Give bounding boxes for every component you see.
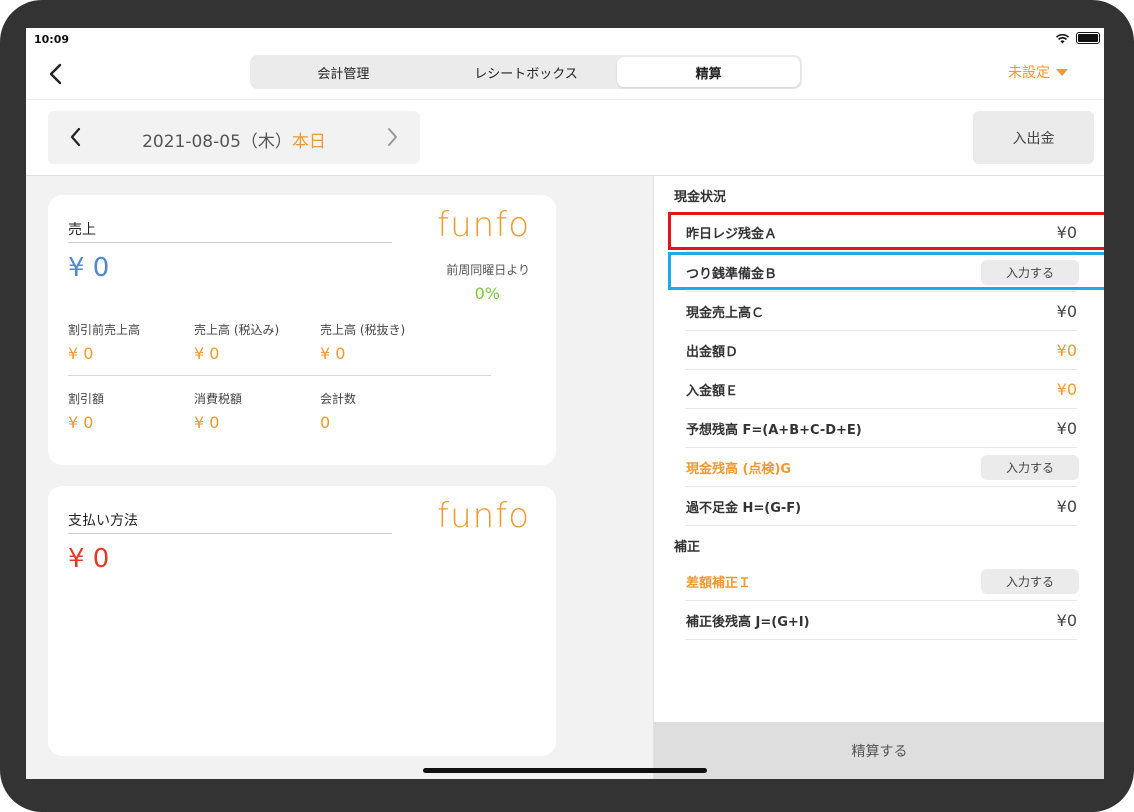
stat-value: ¥ 0 <box>194 413 220 432</box>
stat-label: 売上高 (税込み) <box>194 323 280 337</box>
status-time: 10:09 <box>34 33 70 46</box>
sales-title: 売上 <box>68 222 96 238</box>
correction-title: 補正 <box>674 540 701 555</box>
home-indicator[interactable] <box>423 768 707 773</box>
row-cash-sales: 現金売上高Ｃ ¥0 <box>686 293 1077 331</box>
input-button[interactable]: 入力する <box>981 569 1079 594</box>
stat-label: 消費税額 <box>194 392 243 406</box>
row-yesterday-register-balance: 昨日レジ残金Ａ ¥0 <box>668 212 1104 252</box>
sales-title-divider <box>68 242 392 243</box>
tab-receipt-box[interactable]: レシートボックス <box>435 57 618 87</box>
stat-sales-tax-excl: 売上高 (税抜き) ¥ 0 <box>320 321 405 363</box>
date-selector: 2021-08-05（木）本日 <box>48 111 420 164</box>
status-bar: 10:09 <box>26 28 1104 50</box>
segmented-tabs: 会計管理 レシートボックス 精算 <box>250 55 802 89</box>
stat-consumption-tax: 消費税額 ¥ 0 <box>194 390 242 432</box>
row-deposit: 入金額Ｅ ¥0 <box>686 371 1077 409</box>
row-difference-correction: 差額補正Ｉ 入力する <box>686 563 1079 601</box>
current-date: 2021-08-05（木）本日 <box>48 127 420 152</box>
sales-card: 売上 ¥ 0 funfo 前周同曜日より 0% 割引前売上高 ¥ 0 売上高 (… <box>48 195 556 465</box>
stat-value: ¥ 0 <box>68 344 94 363</box>
stat-label: 会計数 <box>320 392 357 406</box>
stat-value: 0 <box>320 413 331 432</box>
row-label: 差額補正Ｉ <box>686 576 752 591</box>
battery-icon <box>1076 32 1100 44</box>
row-label: 現金残高 (点検)G <box>686 462 792 477</box>
row-value: ¥0 <box>1056 341 1077 360</box>
row-label: 過不足金 H=(G-F) <box>686 501 802 516</box>
sales-total: ¥ 0 <box>68 253 110 283</box>
row-value: ¥0 <box>1056 380 1077 399</box>
next-date-button[interactable] <box>382 125 402 149</box>
stat-discount: 割引額 ¥ 0 <box>68 390 104 432</box>
payment-method-card: 支払い方法 ¥ 0 funfo <box>48 486 556 756</box>
stats-divider <box>68 375 491 376</box>
wifi-icon <box>1055 33 1070 43</box>
row-value: ¥0 <box>1056 302 1077 321</box>
input-button[interactable]: 入力する <box>981 455 1079 480</box>
compare-value: 0% <box>474 284 500 303</box>
in-out-cash-button[interactable]: 入出金 <box>973 111 1094 164</box>
row-value: ¥0 <box>1056 611 1077 630</box>
compare-label: 前周同曜日より <box>446 263 530 277</box>
row-cash-balance-check: 現金残高 (点検)G 入力する <box>686 449 1079 487</box>
cash-status-title: 現金状況 <box>674 190 727 205</box>
tab-accounting[interactable]: 会計管理 <box>252 57 435 87</box>
top-nav-bar: 会計管理 レシートボックス 精算 未設定 <box>26 50 1104 100</box>
stat-checkout-count: 会計数 0 <box>320 390 356 432</box>
caret-down-icon <box>1056 68 1068 76</box>
highlight-box-blue <box>668 252 1104 290</box>
row-withdrawal: 出金額Ｄ ¥0 <box>686 332 1077 370</box>
highlight-box-red <box>668 212 1104 250</box>
payment-title: 支払い方法 <box>68 513 138 529</box>
row-value: ¥0 <box>1056 419 1077 438</box>
settle-button[interactable]: 精算する <box>654 722 1104 779</box>
stat-label: 売上高 (税抜き) <box>320 323 406 337</box>
row-label: 入金額Ｅ <box>686 384 739 399</box>
row-over-short: 過不足金 H=(G-F) ¥0 <box>686 488 1077 526</box>
stat-pre-discount-sales: 割引前売上高 ¥ 0 <box>68 321 140 363</box>
row-label: 補正後残高 J=(G+I) <box>686 615 810 630</box>
funfo-logo: funfo <box>437 496 530 536</box>
today-label: 本日 <box>291 132 326 152</box>
row-change-reserve: つり銭準備金Ｂ 入力する <box>668 252 1104 292</box>
stat-label: 割引額 <box>68 392 105 406</box>
stat-value: ¥ 0 <box>320 344 346 363</box>
payment-total: ¥ 0 <box>68 544 110 574</box>
funfo-logo: funfo <box>437 205 530 245</box>
row-label: 予想残高 F=(A+B+C-D+E) <box>686 423 862 438</box>
app-screen: 10:09 会計管理 レシートボックス 精算 未設定 2021-08-05（木）… <box>26 28 1104 779</box>
tab-settlement[interactable]: 精算 <box>617 57 801 87</box>
back-button[interactable] <box>44 60 68 88</box>
status-icons <box>1055 32 1100 44</box>
row-label: 現金売上高Ｃ <box>686 306 765 321</box>
stat-value: ¥ 0 <box>194 344 220 363</box>
user-dropdown[interactable]: 未設定 <box>1008 62 1068 82</box>
stat-label: 割引前売上高 <box>68 323 141 337</box>
date-label: 2021-08-05（木） <box>142 132 292 152</box>
stat-value: ¥ 0 <box>68 413 94 432</box>
payment-title-divider <box>68 533 392 534</box>
summary-panel: 売上 ¥ 0 funfo 前周同曜日より 0% 割引前売上高 ¥ 0 売上高 (… <box>26 176 653 779</box>
stat-sales-tax-incl: 売上高 (税込み) ¥ 0 <box>194 321 279 363</box>
row-label: 出金額Ｄ <box>686 345 739 360</box>
user-dropdown-label: 未設定 <box>1008 65 1050 81</box>
row-value: ¥0 <box>1056 497 1077 516</box>
row-expected-balance: 予想残高 F=(A+B+C-D+E) ¥0 <box>686 410 1077 448</box>
chevron-left-icon <box>49 63 62 85</box>
device-frame: 10:09 会計管理 レシートボックス 精算 未設定 2021-08-05（木）… <box>0 0 1134 812</box>
cash-status-panel: 現金状況 昨日レジ残金Ａ ¥0 つり銭準備金Ｂ 入力する 現金売上高Ｃ ¥0 出… <box>653 176 1104 779</box>
chevron-right-icon <box>388 128 397 146</box>
row-corrected-balance: 補正後残高 J=(G+I) ¥0 <box>686 602 1077 640</box>
